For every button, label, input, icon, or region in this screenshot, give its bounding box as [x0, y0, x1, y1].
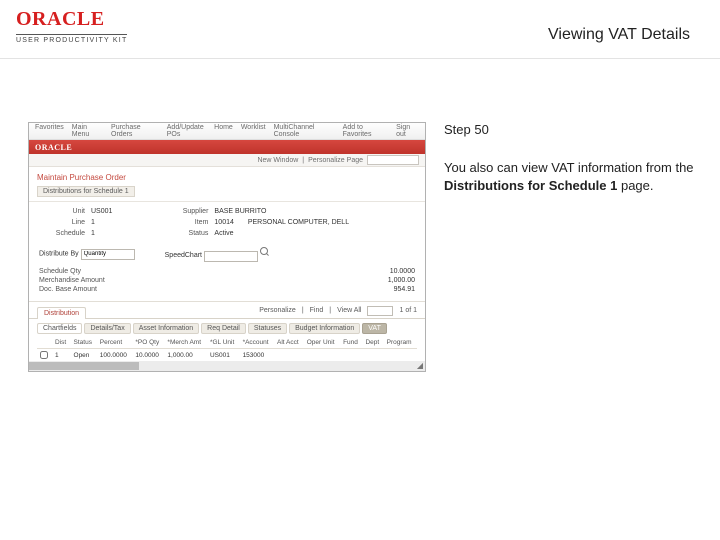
scrollbar-resize-icon: ◢ — [417, 361, 423, 370]
subtab-statuses[interactable]: Statuses — [248, 323, 287, 334]
top-link[interactable]: Add/Update POs — [167, 124, 214, 138]
col-header: *PO Qty — [132, 337, 164, 349]
row-select-checkbox[interactable] — [40, 351, 48, 359]
top-link[interactable]: MultiChannel Console — [274, 124, 335, 138]
col-header: *Merch Amt — [164, 337, 207, 349]
brand-block: ORACLE USER PRODUCTIVITY KIT — [16, 8, 127, 44]
subbar-link[interactable]: Personalize Page — [308, 157, 363, 164]
amount-label: Merchandise Amount — [39, 277, 105, 284]
field-value: Active — [214, 230, 233, 237]
field-label: Item — [162, 219, 208, 226]
field-value-extra: PERSONAL COMPUTER, DELL — [248, 219, 349, 226]
mini-brand-logo: ORACLE — [35, 143, 72, 152]
mini-topbar: Favorites Main Menu Purchase Orders Add/… — [29, 123, 425, 140]
speedchart-label: SpeedChart — [165, 252, 202, 259]
brand-logo: ORACLE — [16, 8, 127, 31]
col-header: Alt Acct — [274, 337, 304, 349]
col-header: Program — [384, 337, 417, 349]
field-value: US001 — [91, 208, 112, 215]
amount-label: Doc. Base Amount — [39, 286, 97, 293]
grid-link[interactable]: Personalize — [259, 307, 296, 314]
amount-value: 954.91 — [394, 286, 415, 293]
field-value: 1 — [91, 219, 95, 226]
field-value: 1 — [91, 230, 95, 237]
mini-grid: Chartfields Details/Tax Asset Informatio… — [29, 319, 425, 364]
brand-subline: USER PRODUCTIVITY KIT — [16, 34, 127, 44]
field-label: Schedule — [39, 230, 85, 237]
header-divider — [0, 58, 720, 59]
field-label: Line — [39, 219, 85, 226]
col-header: Dist — [52, 337, 70, 349]
search-box[interactable] — [367, 155, 419, 165]
field-value: BASE BURRITO — [214, 208, 266, 215]
tab-distribution[interactable]: Distribution — [37, 307, 86, 319]
amount-value: 10.0000 — [390, 268, 415, 275]
col-header: Oper Unit — [304, 337, 340, 349]
mini-subbar: New Window | Personalize Page — [29, 154, 425, 167]
subtab-budget-info[interactable]: Budget Information — [289, 323, 360, 334]
top-link[interactable]: Purchase Orders — [111, 124, 159, 138]
grid-counter-box — [367, 306, 393, 316]
app-screenshot: Favorites Main Menu Purchase Orders Add/… — [28, 122, 426, 372]
step-label: Step 50 — [444, 122, 702, 137]
speedchart-input[interactable] — [204, 251, 258, 262]
header: ORACLE USER PRODUCTIVITY KIT Viewing VAT… — [0, 0, 720, 62]
top-link[interactable]: Home — [214, 124, 233, 138]
amount-label: Schedule Qty — [39, 268, 81, 275]
top-link[interactable]: Sign out — [396, 124, 419, 138]
scrollbar-thumb[interactable] — [29, 362, 139, 370]
mini-page-heading: Maintain Purchase Order — [29, 167, 425, 184]
field-value: 10014 — [214, 219, 233, 226]
top-link[interactable]: Worklist — [241, 124, 266, 138]
distribution-grid: Dist Status Percent *PO Qty *Merch Amt *… — [37, 337, 417, 364]
col-header: Percent — [97, 337, 133, 349]
page-title: Viewing VAT Details — [548, 26, 690, 44]
grid-counter: 1 of 1 — [399, 307, 417, 314]
field-label: Supplier — [162, 208, 208, 215]
top-link[interactable]: Add to Favorites — [343, 124, 388, 138]
col-header: Fund — [340, 337, 362, 349]
subtab-req-detail[interactable]: Req Detail — [201, 323, 246, 334]
distribute-input[interactable] — [81, 249, 135, 260]
subtab-details-tax[interactable]: Details/Tax — [84, 323, 130, 334]
mini-main-tabs: Distribution Personalize| Find| View All… — [29, 302, 425, 319]
subtab-chartfields[interactable]: Chartfields — [37, 323, 82, 334]
breadcrumb: Distributions for Schedule 1 — [37, 186, 135, 197]
subtab-vat[interactable]: VAT — [362, 323, 387, 334]
subbar-link[interactable]: New Window — [257, 157, 298, 164]
mini-brandbar: ORACLE — [29, 140, 425, 154]
mini-amount-block: Schedule Qty 10.0000 Merchandise Amount 1,… — [29, 266, 425, 302]
col-header: *GL Unit — [207, 337, 240, 349]
field-label: Unit — [39, 208, 85, 215]
grid-link[interactable]: Find — [310, 307, 324, 314]
grid-link[interactable]: View All — [337, 307, 361, 314]
top-link[interactable]: Favorites — [35, 124, 64, 138]
col-header: *Account — [240, 337, 274, 349]
top-link[interactable]: Main Menu — [72, 124, 103, 138]
mini-field-block: Unit US001 Line 1 Schedule 1 Supplier BASE B… — [29, 202, 425, 243]
subtab-asset-info[interactable]: Asset Information — [133, 323, 199, 334]
col-header: Dept — [362, 337, 383, 349]
lookup-icon[interactable] — [260, 247, 270, 257]
distribute-label: Distribute By — [39, 250, 79, 257]
field-label: Status — [162, 230, 208, 237]
instruction-panel: Step 50 You also can view VAT informatio… — [426, 122, 702, 372]
horizontal-scrollbar[interactable]: ◢ — [29, 361, 425, 371]
amount-value: 1,000.00 — [388, 277, 415, 284]
instruction-text: You also can view VAT information from t… — [444, 159, 702, 194]
mini-subtabs: Chartfields Details/Tax Asset Informatio… — [37, 323, 417, 334]
mini-breadcrumb-row: Distributions for Schedule 1 — [29, 184, 425, 202]
mini-inline-controls: Distribute By SpeedChart — [29, 243, 425, 266]
col-header: Status — [71, 337, 97, 349]
